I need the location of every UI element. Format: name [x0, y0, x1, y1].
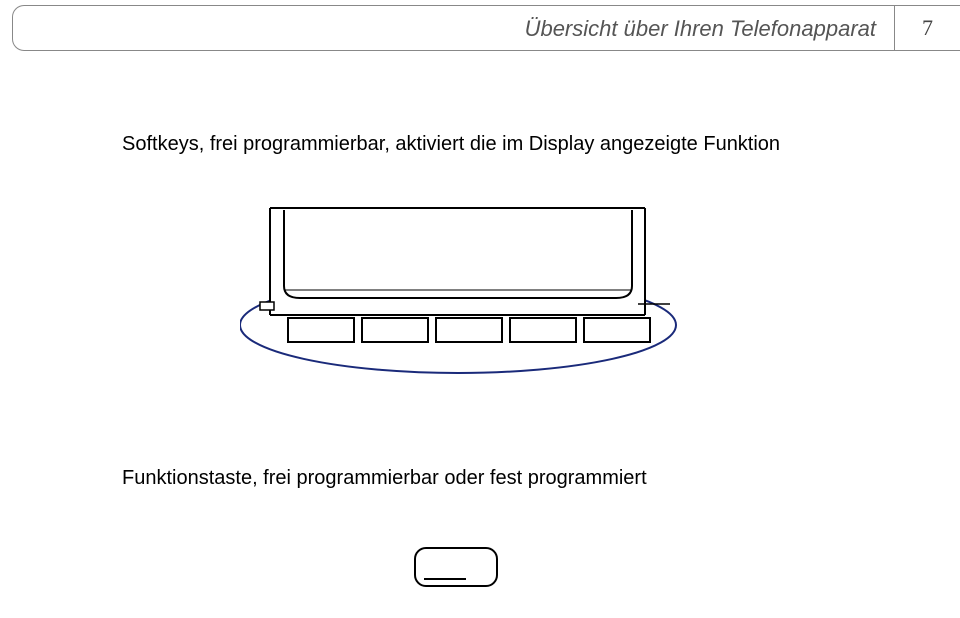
page-number-box: 7 [894, 5, 960, 51]
funktionstaste-diagram [412, 545, 500, 589]
softkeys-description: Softkeys, frei programmierbar, aktiviert… [122, 133, 780, 156]
header-title: Übersicht über Ihren Telefonapparat [525, 16, 876, 42]
header-title-box: Übersicht über Ihren Telefonapparat [12, 5, 894, 51]
page-header: Übersicht über Ihren Telefonapparat 7 [12, 5, 960, 55]
softkeys-diagram [240, 200, 680, 380]
funktionstaste-description: Funktionstaste, frei programmierbar oder… [122, 467, 647, 490]
page-number: 7 [922, 15, 933, 41]
